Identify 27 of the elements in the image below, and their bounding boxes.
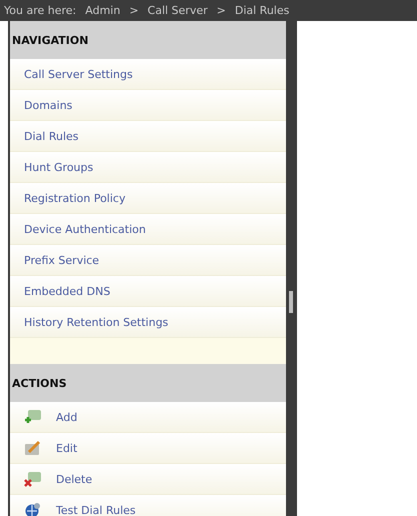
section-heading: ACTIONS [10, 364, 286, 402]
breadcrumb-link[interactable]: Admin [85, 4, 120, 17]
breadcrumb-separator: > [216, 4, 226, 17]
nav-link[interactable]: History Retention Settings [10, 307, 286, 338]
globe-icon [24, 502, 42, 516]
section-heading: NAVIGATION [10, 21, 286, 59]
splitter[interactable] [286, 21, 297, 516]
nav-link[interactable]: Embedded DNS [10, 276, 286, 307]
nav-link[interactable]: Dial Rules [10, 121, 286, 152]
edit-icon [24, 440, 42, 456]
nav-link[interactable]: Prefix Service [10, 245, 286, 276]
nav-link[interactable]: Domains [10, 90, 286, 121]
breadcrumb-separator: > [129, 4, 139, 17]
splitter-handle[interactable] [289, 291, 293, 313]
nav-link[interactable]: Hunt Groups [10, 152, 286, 183]
nav-link[interactable]: Registration Policy [10, 183, 286, 214]
action-link[interactable]: Add [10, 402, 286, 433]
breadcrumb-label: You are here: [4, 4, 76, 17]
nav-link[interactable]: Call Server Settings [10, 59, 286, 90]
action-link[interactable]: Edit [10, 433, 286, 464]
action-link[interactable]: Delete [10, 464, 286, 495]
add-icon [24, 409, 42, 425]
action-link[interactable]: Test Dial Rules [10, 495, 286, 516]
breadcrumb-link[interactable]: Call Server [148, 4, 208, 17]
breadcrumb-link[interactable]: Dial Rules [234, 4, 290, 17]
delete-icon [24, 471, 42, 487]
nav-link[interactable]: Device Authentication [10, 214, 286, 245]
